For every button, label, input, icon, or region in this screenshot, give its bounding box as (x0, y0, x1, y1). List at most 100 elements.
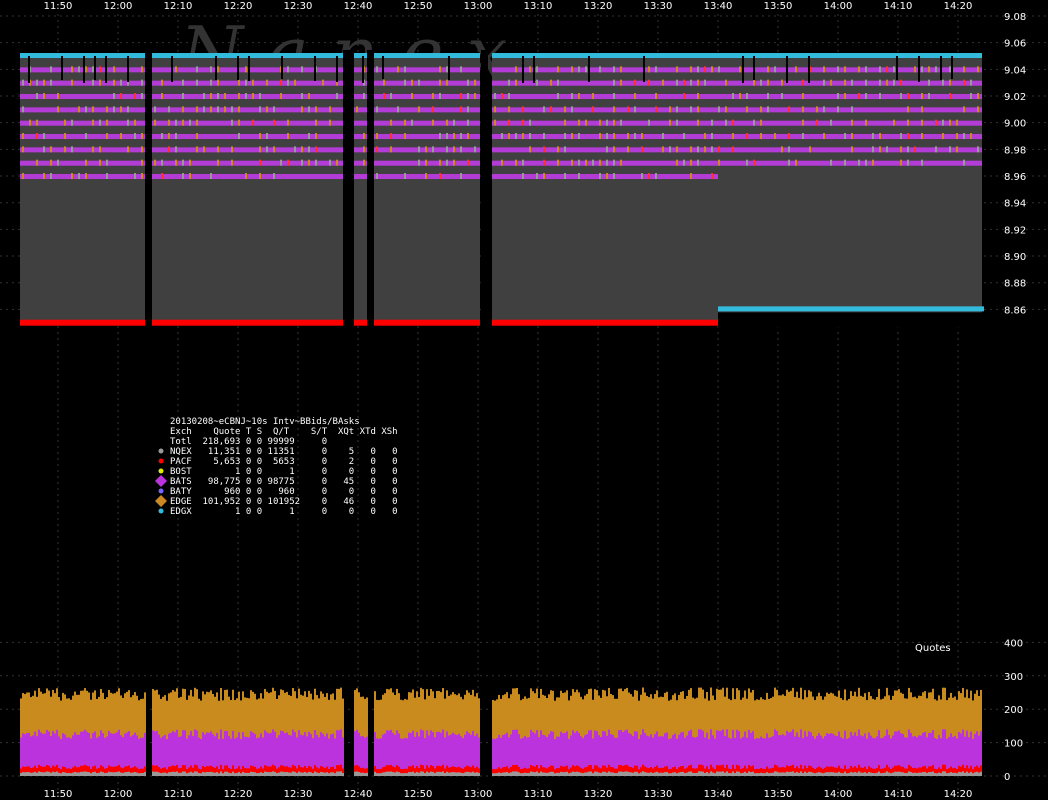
quote-tick (127, 146, 129, 153)
volume-bar (532, 771, 534, 776)
quote-tick (161, 93, 163, 100)
quote-tick (161, 133, 163, 140)
volume-bar (868, 771, 870, 776)
volume-bar (444, 772, 446, 776)
volume-bar (320, 771, 322, 776)
volume-bar (326, 772, 328, 776)
volume-bar (440, 772, 442, 776)
volume-bar (288, 772, 290, 776)
volume-bar (460, 772, 462, 776)
volume-bar (652, 772, 654, 776)
volume-bar (202, 771, 204, 776)
volume-bar (524, 772, 526, 776)
volume-bar (76, 772, 78, 776)
gap (145, 50, 152, 329)
quote-tick (71, 119, 73, 126)
quote-tick (287, 79, 289, 86)
volume-bar (906, 772, 908, 776)
quote-tick (872, 133, 874, 140)
quote-tick (50, 146, 52, 153)
volume-bar (534, 772, 536, 776)
quote-tick (823, 66, 825, 73)
volume-bar (898, 771, 900, 776)
quote-tick (655, 106, 657, 113)
volume-bar (60, 773, 62, 776)
quote-tick (669, 146, 671, 153)
quote-tick (217, 79, 219, 86)
volume-bar (100, 771, 102, 776)
quote-tick (690, 173, 692, 180)
quote-tick (245, 93, 247, 100)
volume-bar (126, 771, 128, 776)
volume-bar (210, 771, 212, 776)
volume-bar (656, 771, 658, 776)
quote-tick (907, 119, 909, 126)
volume-bar (596, 771, 598, 776)
quote-tick (872, 159, 874, 166)
quote-tick (308, 159, 310, 166)
volume-bar (322, 772, 324, 776)
quote-tick (141, 133, 143, 140)
quote-tick (858, 159, 860, 166)
x-tick-top: 13:50 (764, 1, 793, 12)
quote-tick (844, 133, 846, 140)
quote-tick (781, 79, 783, 86)
quote-tick (301, 93, 303, 100)
volume-bar (138, 773, 140, 776)
quote-tick (224, 93, 226, 100)
x-tick-bottom: 12:30 (284, 789, 313, 800)
ask-spike (896, 56, 898, 81)
volume-bar (912, 772, 914, 776)
quote-tick (592, 159, 594, 166)
volume-bar (756, 773, 758, 776)
quote-tick (970, 79, 972, 86)
quote-tick (571, 93, 573, 100)
quote-tick (697, 146, 699, 153)
level-bar (374, 107, 480, 113)
quote-tick (390, 146, 392, 153)
legend-marker (158, 508, 164, 514)
quote-tick (634, 93, 636, 100)
quote-tick (404, 119, 406, 126)
quote-tick (113, 93, 115, 100)
x-tick-bottom: 13:10 (524, 789, 553, 800)
quote-tick (564, 106, 566, 113)
volume-bar (374, 771, 376, 776)
volume-bar (296, 772, 298, 776)
volume-bar (698, 771, 700, 776)
quote-tick (356, 106, 358, 113)
quote-tick (363, 159, 365, 166)
ask-spike (248, 56, 250, 82)
volume-bar (850, 771, 852, 776)
volume-bar (66, 772, 68, 776)
quote-tick (22, 133, 24, 140)
quote-tick (390, 119, 392, 126)
volume-bar (272, 771, 274, 776)
volume-bar (224, 771, 226, 776)
volume-bar (764, 773, 766, 776)
y-tick-price: 9.00 (1004, 119, 1026, 130)
x-tick-top: 13:20 (584, 1, 613, 12)
volume-bar (330, 772, 332, 776)
volume-bar (734, 773, 736, 776)
quote-tick (970, 93, 972, 100)
quote-tick (446, 146, 448, 153)
quote-tick (154, 106, 156, 113)
quote-tick (732, 146, 734, 153)
volume-bar (366, 772, 368, 776)
volume-bar (306, 772, 308, 776)
volume-bar (270, 772, 272, 776)
volume-bar (832, 772, 834, 776)
volume-bar (40, 771, 42, 776)
volume-bar (586, 772, 588, 776)
volume-bar (22, 772, 24, 776)
quote-tick (404, 173, 406, 180)
quote-tick (886, 146, 888, 153)
quote-tick (935, 66, 937, 73)
quote-tick (949, 79, 951, 86)
quote-tick (606, 173, 608, 180)
volume-bar (942, 771, 944, 776)
quote-tick (816, 119, 818, 126)
volume-bar (502, 772, 504, 776)
quote-tick (914, 146, 916, 153)
